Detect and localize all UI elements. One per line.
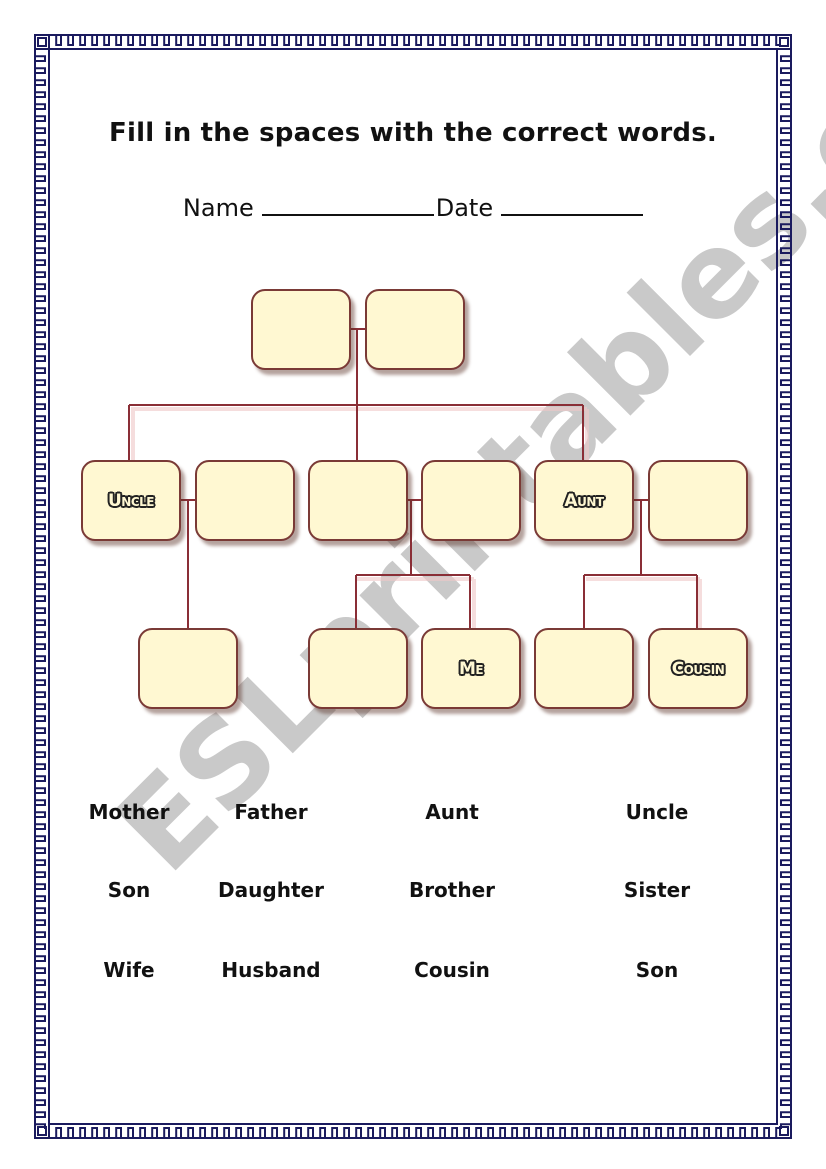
tree-box-grandparent-2[interactable]: [365, 289, 465, 370]
tree-box-gen2-2[interactable]: [195, 460, 295, 541]
word-bank-item: Father: [234, 800, 308, 824]
tree-box-uncle[interactable]: Uncle: [81, 460, 181, 541]
worksheet-page: ESLprintables.com Fill in the spaces wit…: [0, 0, 826, 1169]
word-bank-item: Wife: [103, 958, 155, 982]
tree-box-grandparent-1[interactable]: [251, 289, 351, 370]
tree-box-aunt[interactable]: Aunt: [534, 460, 634, 541]
tree-box-gen2-6[interactable]: [648, 460, 748, 541]
family-tree-connectors: [128, 328, 702, 628]
box-label: Cousin: [671, 658, 725, 679]
word-bank-item: Daughter: [218, 878, 324, 902]
word-bank-item: Son: [635, 958, 679, 982]
word-bank-item: Son: [107, 878, 151, 902]
word-bank-item: Aunt: [425, 800, 479, 824]
tree-box-gen3-1[interactable]: [138, 628, 238, 709]
tree-box-gen2-3[interactable]: [308, 460, 408, 541]
word-bank-item: Sister: [623, 878, 691, 902]
tree-box-gen2-4[interactable]: [421, 460, 521, 541]
word-bank-item: Uncle: [625, 800, 689, 824]
tree-box-gen3-2[interactable]: [308, 628, 408, 709]
word-bank-item: Husband: [221, 958, 321, 982]
tree-box-cousin[interactable]: Cousin: [648, 628, 748, 709]
tree-box-gen3-4[interactable]: [534, 628, 634, 709]
word-bank-item: Cousin: [414, 958, 490, 982]
box-label: Aunt: [564, 490, 604, 511]
word-bank-item: Brother: [408, 878, 496, 902]
word-bank-item: Mother: [88, 800, 170, 824]
box-label: Me: [458, 658, 484, 679]
box-label: Uncle: [108, 490, 155, 511]
tree-box-me[interactable]: Me: [421, 628, 521, 709]
